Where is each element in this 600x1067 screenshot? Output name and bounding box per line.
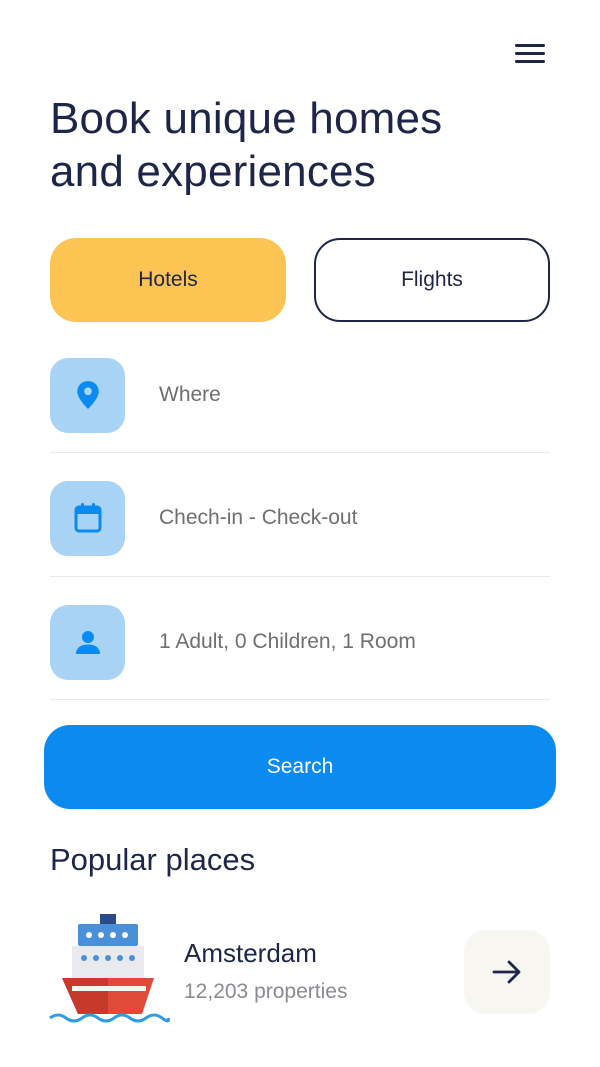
divider [50,452,550,453]
divider [50,699,550,700]
search-button[interactable]: Search [44,725,556,809]
dates-field[interactable]: Chech-in - Check-out [50,468,550,568]
where-input: Where [159,383,221,406]
ship-icon [48,912,170,1032]
dates-input: Chech-in - Check-out [159,506,358,529]
person-icon [50,604,125,680]
arrow-right-icon[interactable] [464,930,550,1014]
hamburger-menu-icon[interactable] [512,40,548,68]
calendar-icon [50,480,125,556]
guests-field[interactable]: 1 Adult, 0 Children, 1 Room [50,592,550,692]
tab-hotels[interactable]: Hotels [50,238,286,322]
place-count: 12,203 properties [184,980,348,1003]
page-title: Book unique homes and experiences [50,94,443,196]
section-title: Popular places [50,842,256,877]
where-field[interactable]: Where [50,345,550,445]
place-name: Amsterdam [184,938,317,968]
location-pin-icon [50,357,125,433]
divider [50,576,550,577]
guests-input: 1 Adult, 0 Children, 1 Room [159,630,416,653]
tab-flights[interactable]: Flights [314,238,550,322]
